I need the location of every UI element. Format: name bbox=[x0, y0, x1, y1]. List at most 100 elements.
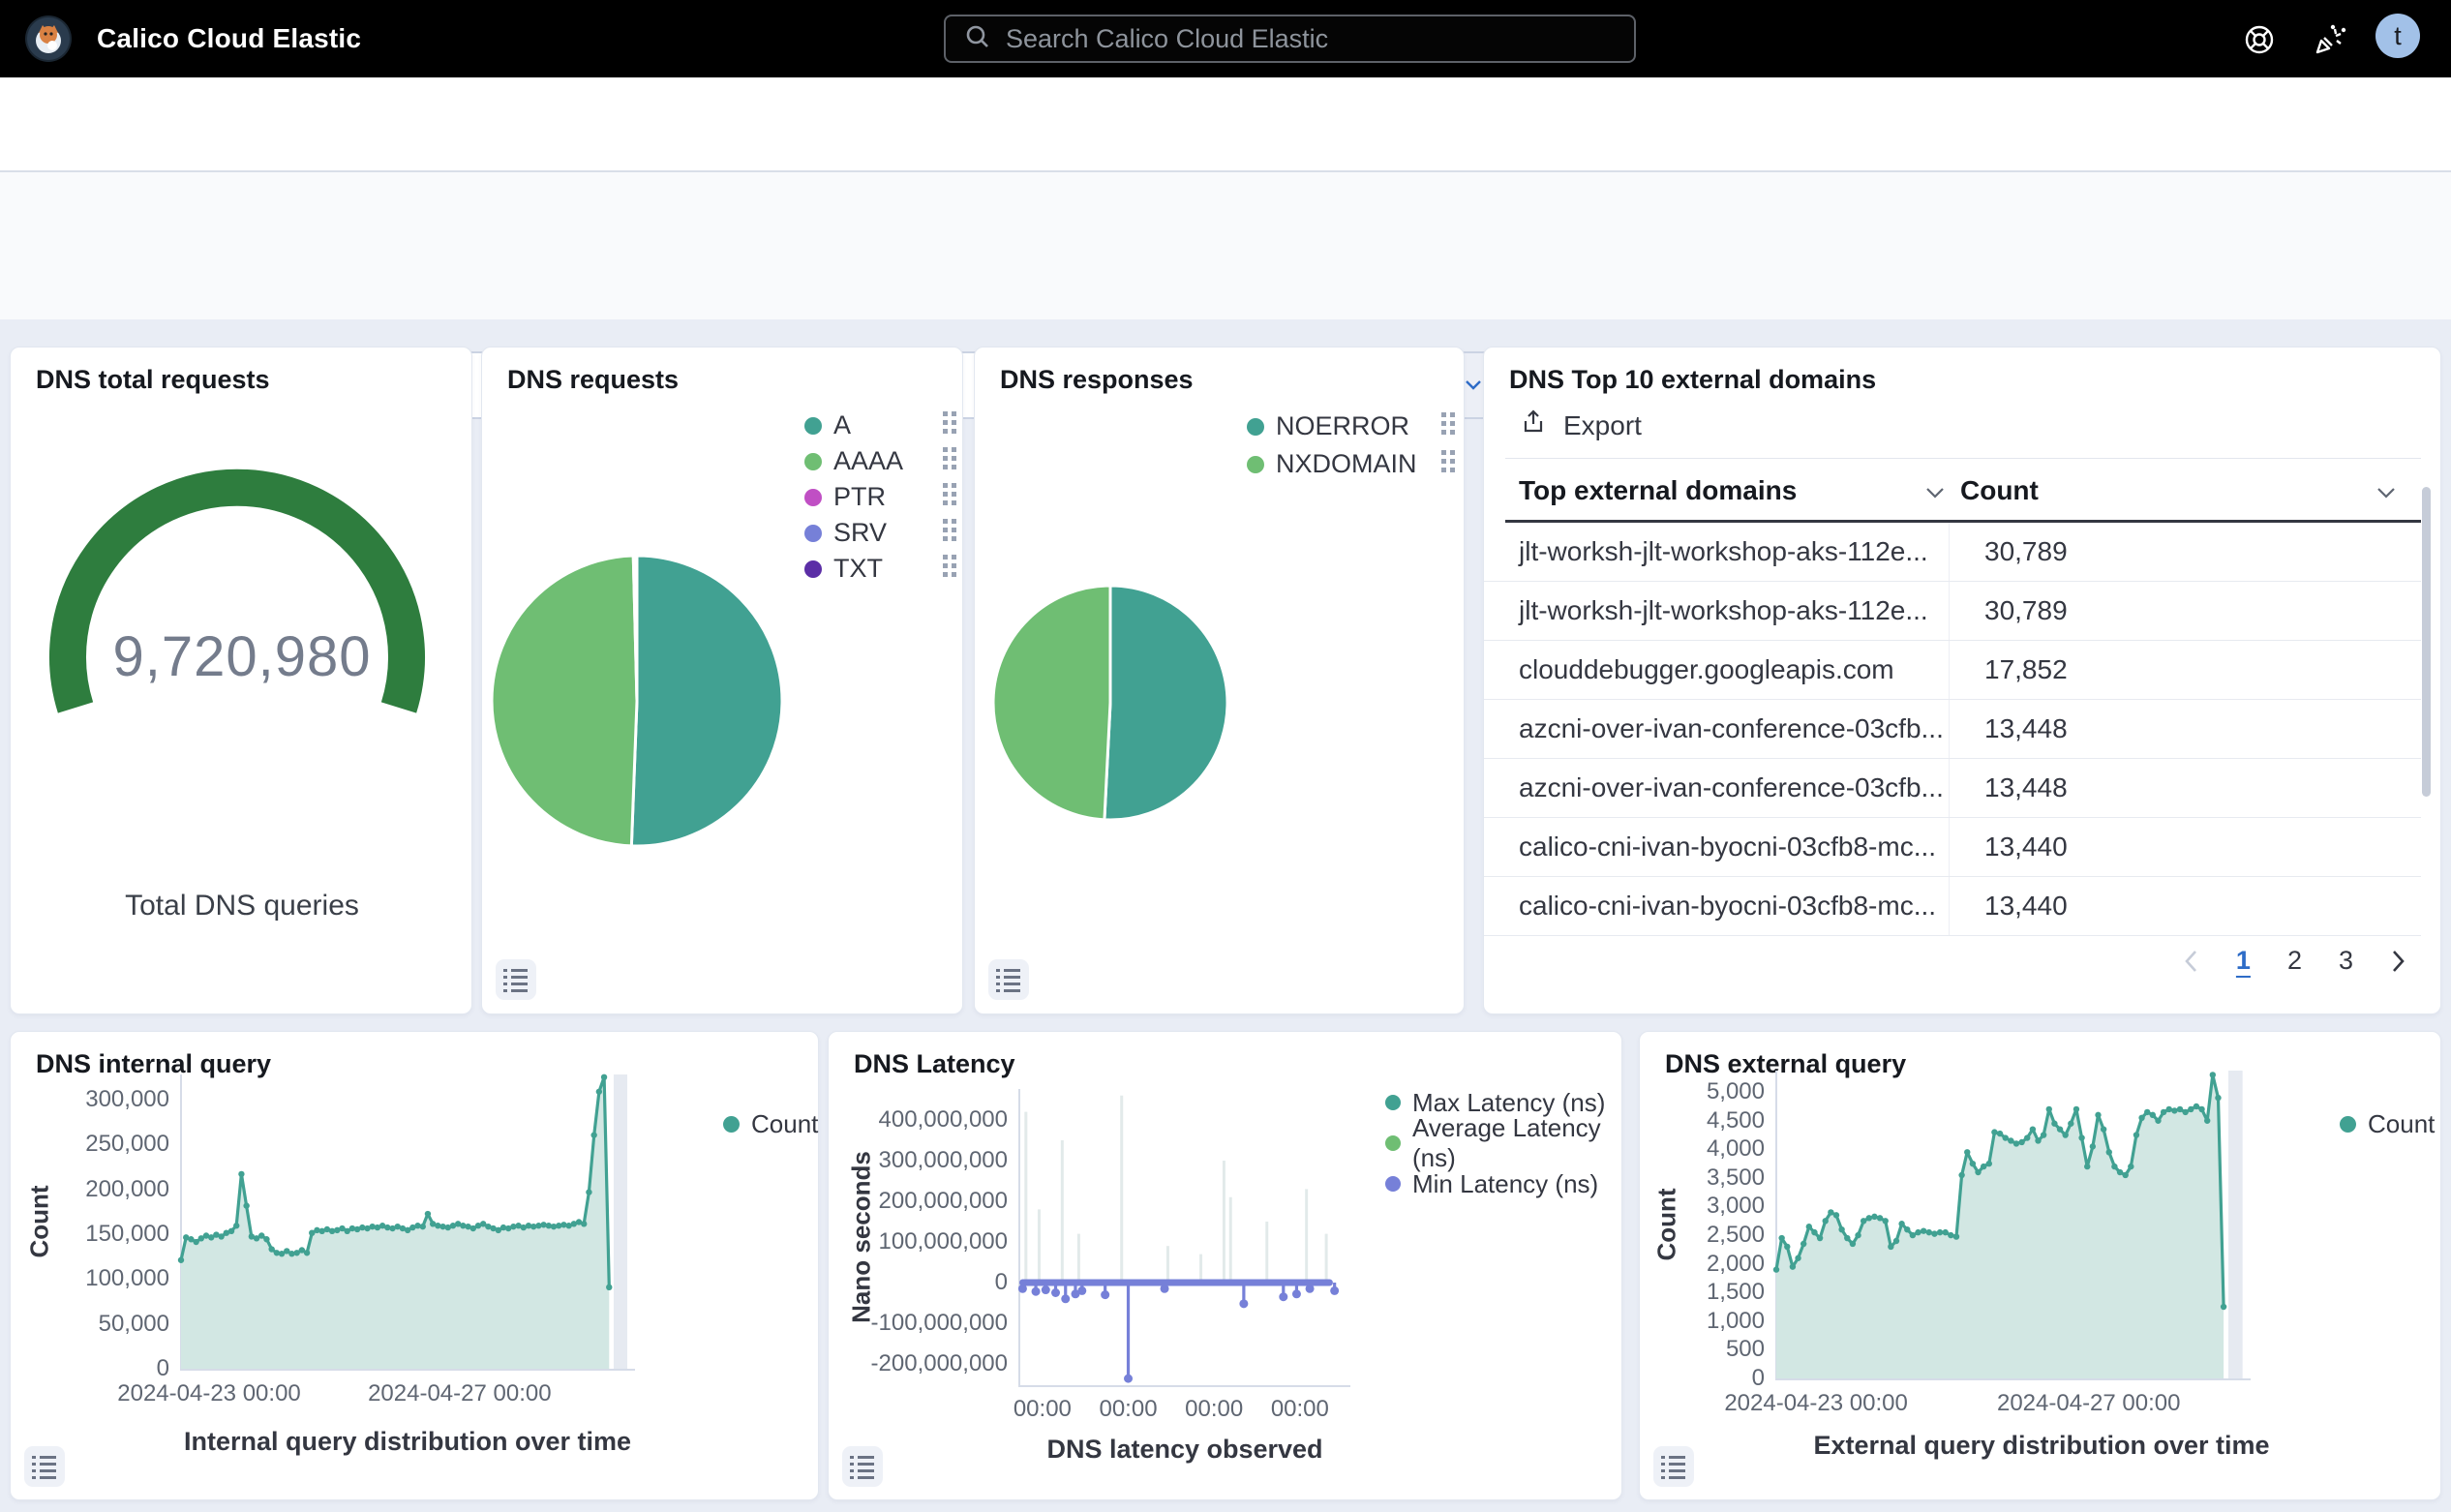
y-tick-label: 500 bbox=[1640, 1336, 1765, 1363]
chart-legend: Count bbox=[2340, 1109, 2436, 1139]
panel-legend-toggle-icon[interactable] bbox=[24, 1446, 65, 1487]
global-search[interactable] bbox=[944, 15, 1636, 63]
app-title: Calico Cloud Elastic bbox=[97, 23, 361, 54]
cell-domain[interactable]: jlt-worksh-jlt-workshop-aks-112e... bbox=[1484, 582, 1949, 640]
legend-actions-icon[interactable] bbox=[942, 446, 957, 476]
y-tick-label: 2,000 bbox=[1640, 1251, 1765, 1278]
legend-item-noerror[interactable]: NOERROR bbox=[1247, 408, 1456, 445]
y-tick-label: 0 bbox=[11, 1355, 169, 1382]
cell-domain[interactable]: clouddebugger.googleapis.com bbox=[1484, 641, 1949, 699]
cell-count[interactable]: 30,789 bbox=[1949, 523, 2421, 581]
legend-item-txt[interactable]: TXT bbox=[804, 551, 957, 587]
legend-dot bbox=[1247, 418, 1264, 436]
y-tick-label: 5,000 bbox=[1640, 1078, 1765, 1105]
legend-actions-icon[interactable] bbox=[1440, 449, 1456, 479]
panel-dns-total-requests: DNS total requests 9,720,980 Total DNS q… bbox=[10, 347, 472, 1014]
x-axis-title: DNS latency observed bbox=[1046, 1435, 1322, 1465]
app-logo bbox=[25, 15, 72, 62]
legend-item-ptr[interactable]: PTR bbox=[804, 479, 957, 515]
legend-dot bbox=[723, 1116, 740, 1133]
y-tick-label: 100,000 bbox=[11, 1265, 169, 1292]
pagination-next-icon[interactable] bbox=[2390, 949, 2407, 974]
x-axis-title: Internal query distribution over time bbox=[184, 1427, 631, 1457]
help-icon[interactable] bbox=[2241, 21, 2278, 58]
column-header-domains[interactable]: Top external domains bbox=[1519, 462, 1945, 520]
y-tick-label: 50,000 bbox=[11, 1311, 169, 1338]
panel-legend-toggle-icon[interactable] bbox=[496, 959, 536, 1000]
y-tick-label: 300,000,000 bbox=[829, 1147, 1008, 1174]
panel-dns-latency: DNS Latency Nano seconds Max Latency (ns… bbox=[828, 1031, 1622, 1500]
export-button[interactable]: Export bbox=[1519, 408, 1642, 443]
legend-actions-icon[interactable] bbox=[942, 482, 957, 512]
cell-count[interactable]: 13,448 bbox=[1949, 700, 2421, 758]
cell-domain[interactable]: calico-cni-ivan-byocni-03cfb8-mc... bbox=[1484, 818, 1949, 876]
chart-legend: Count bbox=[723, 1109, 820, 1139]
legend-dot bbox=[804, 560, 822, 578]
table-row: jlt-worksh-jlt-workshop-aks-112e...30,78… bbox=[1484, 523, 2421, 582]
nav-bar: c Dashboard DNS Dashboard Full screen Sh… bbox=[0, 77, 2451, 172]
x-tick-label: 00:00 bbox=[1185, 1396, 1243, 1423]
pie-legend: NOERROR NXDOMAIN bbox=[1247, 408, 1456, 483]
panel-legend-toggle-icon[interactable] bbox=[988, 959, 1029, 1000]
pagination-page-3[interactable]: 3 bbox=[2339, 946, 2353, 976]
legend-dot bbox=[804, 525, 822, 542]
panel-legend-toggle-icon[interactable] bbox=[842, 1446, 883, 1487]
cell-domain[interactable]: azcni-over-ivan-conference-03cfb... bbox=[1484, 700, 1949, 758]
chevron-down-icon bbox=[1925, 475, 1945, 506]
cell-count[interactable]: 13,440 bbox=[1949, 818, 2421, 876]
cell-domain[interactable]: azcni-over-ivan-conference-03cfb... bbox=[1484, 759, 1949, 817]
legend-label: Count bbox=[751, 1109, 818, 1139]
y-tick-label: 200,000,000 bbox=[829, 1188, 1008, 1215]
table-scrollbar[interactable] bbox=[2422, 487, 2431, 797]
global-search-input[interactable] bbox=[1006, 24, 1617, 54]
legend-actions-icon[interactable] bbox=[1440, 411, 1456, 441]
legend-label: NOERROR bbox=[1276, 411, 1409, 441]
legend-item-aaaa[interactable]: AAAA bbox=[804, 443, 957, 479]
column-header-count[interactable]: Count bbox=[1960, 462, 2396, 520]
user-avatar[interactable]: t bbox=[2375, 14, 2420, 58]
cell-count[interactable]: 13,440 bbox=[1949, 877, 2421, 935]
y-tick-label: 150,000 bbox=[11, 1221, 169, 1248]
panel-legend-toggle-icon[interactable] bbox=[1653, 1446, 1694, 1487]
panel-title: DNS Latency bbox=[854, 1049, 1015, 1079]
cell-domain[interactable]: jlt-worksh-jlt-workshop-aks-112e... bbox=[1484, 523, 1949, 581]
pagination-page-1[interactable]: 1 bbox=[2236, 946, 2251, 976]
y-tick-label: 4,000 bbox=[1640, 1135, 1765, 1163]
table-header: Top external domains Count bbox=[1484, 462, 2442, 520]
cell-count[interactable]: 17,852 bbox=[1949, 641, 2421, 699]
legend-item[interactable]: Min Latency (ns) bbox=[1385, 1164, 1618, 1204]
table-row: azcni-over-ivan-conference-03cfb...13,44… bbox=[1484, 700, 2421, 759]
news-icon[interactable] bbox=[2312, 21, 2348, 58]
pagination-page-2[interactable]: 2 bbox=[2287, 946, 2302, 976]
x-tick-label: 00:00 bbox=[1099, 1396, 1157, 1423]
legend-dot bbox=[804, 417, 822, 435]
table-body: jlt-worksh-jlt-workshop-aks-112e...30,78… bbox=[1484, 523, 2421, 936]
panel-dns-internal-query: DNS internal query Count Count Internal … bbox=[10, 1031, 819, 1500]
legend-actions-icon[interactable] bbox=[942, 518, 957, 548]
pagination-prev-icon[interactable] bbox=[2182, 949, 2199, 974]
legend-dot bbox=[2340, 1116, 2356, 1133]
table-row: azcni-over-ivan-conference-03cfb...13,44… bbox=[1484, 759, 2421, 818]
legend-dot bbox=[804, 489, 822, 506]
legend-dot bbox=[1385, 1176, 1401, 1192]
search-icon bbox=[963, 22, 992, 56]
legend-item-a[interactable]: A bbox=[804, 408, 957, 443]
table-row: calico-cni-ivan-byocni-03cfb8-mc...13,44… bbox=[1484, 818, 2421, 877]
legend-item-srv[interactable]: SRV bbox=[804, 515, 957, 551]
cell-count[interactable]: 30,789 bbox=[1949, 582, 2421, 640]
legend-item[interactable]: Count bbox=[723, 1109, 820, 1139]
y-tick-label: -100,000,000 bbox=[829, 1310, 1008, 1337]
cell-count[interactable]: 13,448 bbox=[1949, 759, 2421, 817]
legend-actions-icon[interactable] bbox=[942, 554, 957, 584]
legend-dot bbox=[1247, 456, 1264, 473]
legend-item-nxdomain[interactable]: NXDOMAIN bbox=[1247, 445, 1456, 483]
legend-actions-icon[interactable] bbox=[942, 410, 957, 440]
top-app-bar: Calico Cloud Elastic t bbox=[0, 0, 2451, 77]
legend-item[interactable]: Average Latency (ns) bbox=[1385, 1123, 1618, 1164]
legend-item[interactable]: Count bbox=[2340, 1109, 2436, 1139]
table-row: calico-cni-ivan-byocni-03cfb8-mc...13,44… bbox=[1484, 877, 2421, 936]
line-chart bbox=[1019, 1089, 1349, 1391]
cell-domain[interactable]: calico-cni-ivan-byocni-03cfb8-mc... bbox=[1484, 877, 1949, 935]
y-tick-label: 200,000 bbox=[11, 1176, 169, 1203]
panel-dns-top-domains: DNS Top 10 external domains Export Top e… bbox=[1483, 347, 2441, 1014]
